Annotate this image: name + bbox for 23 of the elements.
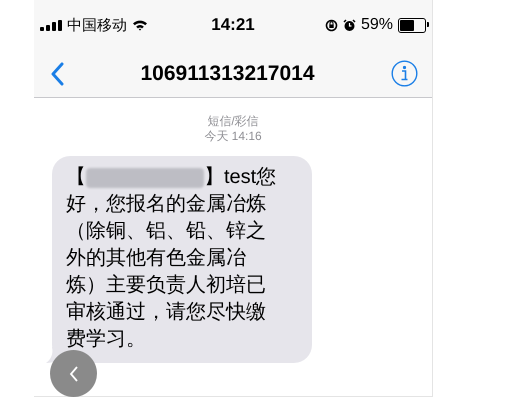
rotation-lock-icon bbox=[324, 18, 338, 32]
message-text: 】test您 bbox=[204, 165, 276, 190]
message-text: 审核通过，请您尽快缴 bbox=[66, 300, 267, 325]
clock-time: 14:21 bbox=[211, 15, 255, 35]
message-text: 炼）主要负责人初培已 bbox=[66, 273, 267, 298]
message-text: 费学习。 bbox=[66, 327, 147, 352]
message-text: （除铜、铝、铅、锌之 bbox=[66, 219, 267, 244]
bracket-text: 【 bbox=[66, 165, 86, 190]
message-timestamp: 今天 14:16 bbox=[204, 129, 262, 144]
message-text: 好，您报名的金属冶炼 bbox=[66, 192, 267, 217]
floating-back-button[interactable] bbox=[50, 350, 97, 397]
battery-percent: 59% bbox=[360, 16, 393, 34]
message-text: 外的其他有色金属冶 bbox=[66, 246, 247, 271]
info-icon[interactable] bbox=[391, 60, 418, 87]
message-type: 短信/彩信 bbox=[207, 114, 259, 129]
chevron-icon bbox=[68, 364, 80, 384]
contact-number: 106911313217014 bbox=[140, 62, 315, 86]
wifi-icon bbox=[132, 19, 148, 31]
battery-icon bbox=[398, 18, 426, 32]
back-icon[interactable] bbox=[50, 62, 64, 86]
carrier-name: 中国移动 bbox=[67, 16, 127, 34]
signal-icon bbox=[40, 20, 62, 30]
alarm-clock-icon bbox=[342, 18, 356, 32]
